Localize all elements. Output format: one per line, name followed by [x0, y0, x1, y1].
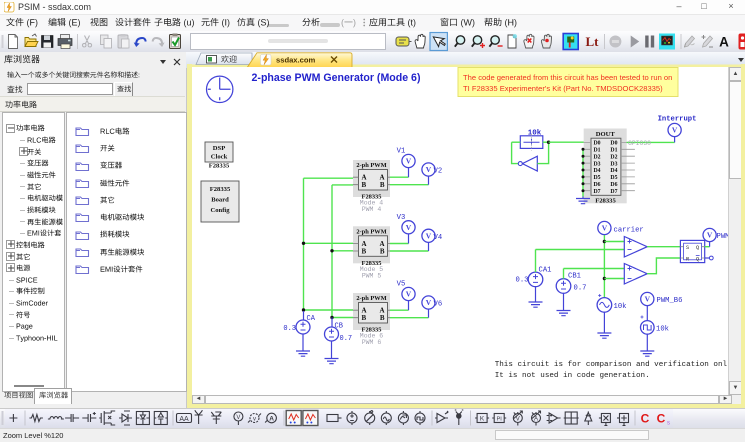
svg-text:B: B [362, 247, 367, 255]
svg-text:ssdax.com: ssdax.com [276, 56, 316, 65]
svg-text:B: B [362, 181, 367, 189]
svg-text:V: V [672, 126, 678, 135]
svg-text:V3: V3 [397, 214, 406, 222]
svg-text:D6: D6 [610, 182, 617, 188]
svg-text:2-ph PWM: 2-ph PWM [356, 162, 386, 169]
svg-text:D4: D4 [594, 168, 601, 174]
svg-text:D0: D0 [610, 141, 617, 147]
svg-text:10k: 10k [614, 303, 627, 311]
svg-text:CB1: CB1 [568, 273, 581, 281]
svg-text:0.7: 0.7 [574, 285, 587, 293]
svg-text:2-phase PWM Generator (Mode 6): 2-phase PWM Generator (Mode 6) [252, 72, 421, 84]
svg-text:D7: D7 [594, 189, 601, 195]
svg-text:A: A [719, 35, 729, 50]
svg-text:This circuit is for comparison: This circuit is for comparison and verif… [495, 361, 728, 369]
svg-text:V: V [516, 416, 520, 422]
svg-text:B: B [380, 247, 385, 255]
svg-text:K: K [480, 416, 485, 423]
svg-text:The code generated from this c: The code generated from this circuit has… [463, 73, 672, 82]
svg-text:PWM 4: PWM 4 [362, 206, 382, 213]
svg-text:V: V [707, 231, 713, 240]
svg-text:Clock: Clock [211, 154, 228, 161]
svg-text:s: s [667, 421, 670, 427]
svg-text:D0: D0 [594, 141, 601, 147]
svg-text:2-ph PWM: 2-ph PWM [356, 228, 386, 235]
svg-text:F28335: F28335 [209, 163, 230, 170]
svg-text:PI: PI [497, 416, 503, 422]
svg-text:V2: V2 [434, 168, 443, 176]
svg-text:V: V [406, 290, 412, 299]
svg-text:PWM_B6: PWM_B6 [657, 297, 683, 305]
svg-text:Config: Config [210, 207, 230, 214]
svg-text:C: C [657, 412, 666, 426]
svg-text:CA: CA [307, 315, 316, 323]
svg-text:D6: D6 [594, 182, 601, 188]
svg-text:V1: V1 [397, 148, 406, 156]
svg-text:D1: D1 [594, 148, 601, 154]
svg-text:Interrupt: Interrupt [658, 116, 697, 124]
svg-text:0.3: 0.3 [283, 325, 296, 333]
svg-text:V4: V4 [434, 234, 443, 242]
svg-text:CA1: CA1 [539, 267, 552, 275]
svg-text:D3: D3 [594, 161, 601, 167]
svg-text:V: V [406, 223, 412, 232]
svg-text:DSP: DSP [213, 145, 225, 152]
svg-text:0.3: 0.3 [516, 277, 529, 285]
svg-text:R: R [686, 256, 689, 262]
svg-text:D5: D5 [594, 175, 601, 181]
svg-text:DOUT: DOUT [596, 131, 616, 138]
svg-text:carrier: carrier [614, 227, 644, 235]
svg-text:V: V [236, 415, 240, 421]
svg-text:D1: D1 [610, 148, 617, 154]
svg-text:10k: 10k [656, 326, 669, 334]
svg-text:V6: V6 [434, 301, 443, 309]
svg-text:D2: D2 [594, 154, 601, 160]
svg-text:F28335: F28335 [595, 198, 616, 205]
svg-text:D3: D3 [610, 161, 617, 167]
svg-text:V: V [602, 224, 608, 233]
svg-text:Board: Board [211, 197, 229, 204]
svg-text:Q: Q [696, 245, 699, 251]
svg-text:0.7: 0.7 [340, 335, 353, 343]
svg-text:D4: D4 [610, 168, 617, 174]
svg-text:v: v [253, 416, 256, 422]
svg-text:A: A [269, 416, 274, 423]
svg-text:V: V [426, 165, 432, 174]
svg-text:B: B [380, 314, 385, 322]
svg-text:PWM_: PWM_ [717, 233, 729, 241]
svg-text:CB: CB [335, 323, 343, 331]
svg-text:GPIO30: GPIO30 [628, 140, 651, 147]
svg-text:A: A [534, 416, 538, 422]
svg-text:PWM 5: PWM 5 [362, 272, 382, 279]
svg-text:D7: D7 [610, 189, 617, 195]
svg-text:PWM 6: PWM 6 [362, 339, 382, 346]
svg-text:V: V [645, 295, 651, 304]
svg-text:C: C [641, 412, 650, 426]
svg-text:AA: AA [179, 416, 189, 423]
svg-text:B: B [362, 314, 367, 322]
svg-text:B: B [380, 181, 385, 189]
svg-text:D2: D2 [610, 154, 617, 160]
svg-text:It is not used in code generat: It is not used in code generation. [495, 372, 650, 380]
svg-text:V: V [406, 157, 412, 166]
svg-text:Q: Q [696, 256, 699, 262]
svg-text:2-ph PWM: 2-ph PWM [356, 295, 386, 302]
svg-text:TI F28335 Experimenter's Kit (: TI F28335 Experimenter's Kit (Part No. T… [463, 84, 663, 93]
svg-text:D5: D5 [610, 175, 617, 181]
svg-text:S: S [686, 245, 689, 251]
svg-text:F28335: F28335 [210, 186, 231, 193]
svg-text:V: V [426, 231, 432, 240]
svg-text:V5: V5 [397, 281, 406, 289]
svg-text:Lt: Lt [586, 34, 600, 49]
svg-text:V: V [426, 298, 432, 307]
